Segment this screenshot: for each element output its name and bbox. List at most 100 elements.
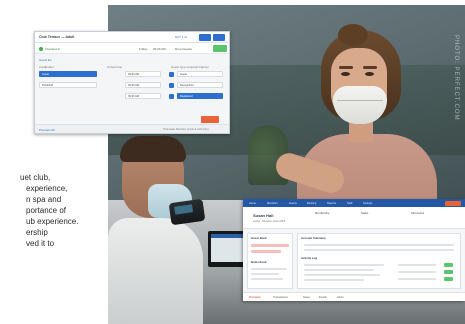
tab-notes[interactable]: Notes xyxy=(303,296,310,299)
checkin-window: Club Terrace — Adult DAY 1 CI Checked In… xyxy=(34,31,230,134)
alert-line xyxy=(251,250,281,253)
article-line: experience, xyxy=(26,184,68,193)
member-header: Susan Hall Active · Member since 2015 Me… xyxy=(243,207,465,229)
col-cardholder: Cardholder xyxy=(39,65,54,69)
alert-line xyxy=(251,244,289,247)
status-label: Checked In xyxy=(45,47,61,51)
article-line: uet club, xyxy=(20,173,51,182)
guest-type-cell[interactable]: Guest xyxy=(177,71,223,77)
meta-time: 09:30 AM xyxy=(153,47,166,51)
grid-row xyxy=(304,244,454,246)
arrival-cell[interactable]: 09:30 AM xyxy=(125,71,161,77)
guest-book-label: Guest Book xyxy=(251,236,267,240)
text-line xyxy=(251,278,283,280)
article-line: ub experience. xyxy=(26,217,79,226)
col-guest-type: Guest type (required before) xyxy=(171,65,209,69)
guest-type-cell[interactable]: Registered xyxy=(177,93,223,99)
footer-note: This week, Member, tennis & swimming xyxy=(163,128,209,131)
text-line xyxy=(304,264,384,266)
account-summary-label: Account Summary xyxy=(301,236,326,240)
article-line: ved it to xyxy=(26,239,55,248)
col-arrival: Arrival time xyxy=(107,65,123,69)
meta-day: Friday xyxy=(139,47,148,51)
text-line xyxy=(398,278,436,280)
left-eye xyxy=(341,72,350,76)
hair xyxy=(120,136,186,162)
nav-item[interactable]: Members xyxy=(267,202,278,205)
right-brow xyxy=(363,66,377,69)
article-line: n spa and xyxy=(26,195,62,204)
nav-item[interactable]: Home xyxy=(249,202,256,205)
desk-monitor xyxy=(208,231,248,267)
tab-transactions[interactable]: Transactions xyxy=(273,296,288,299)
activity-log-label: Activity Log xyxy=(301,256,318,260)
arrival-cell[interactable]: 09:30 AM xyxy=(125,93,161,99)
right-eye xyxy=(365,72,374,76)
adventures-label: Adventures xyxy=(411,212,425,215)
notes-book-label: Notes Book xyxy=(251,260,267,264)
face-mask-seam xyxy=(337,100,383,101)
checkbox[interactable] xyxy=(169,82,174,88)
text-line xyxy=(304,274,380,276)
guest-list-section: Guest list Cardholder Arrival time Guest… xyxy=(39,58,225,124)
article-line: ership xyxy=(26,228,48,237)
left-brow xyxy=(339,66,353,69)
checkbox[interactable] xyxy=(169,93,174,99)
desk-monitor-screen xyxy=(211,234,245,262)
main-panel: Account Summary Activity Log xyxy=(297,233,461,289)
desk-monitor-bar xyxy=(211,234,245,238)
hair-bun xyxy=(338,24,368,46)
nav-item[interactable]: Booking xyxy=(307,202,316,205)
status-pill xyxy=(444,263,453,267)
previous-link[interactable]: Previous 60 xyxy=(39,128,55,132)
tab-overview[interactable]: Overview xyxy=(249,296,261,299)
top-nav: Home Members Events Booking Reports Staf… xyxy=(243,199,465,207)
cardholder-cell[interactable]: Guest xyxy=(39,71,97,77)
status-row: Checked In Friday 09:30 AM Drop Guests xyxy=(35,43,229,54)
article-line: portance of xyxy=(26,206,67,215)
text-line xyxy=(304,269,374,271)
tab-alerts[interactable]: Alerts xyxy=(337,296,344,299)
grid-row xyxy=(304,249,454,251)
checkbox[interactable] xyxy=(169,71,174,77)
text-line xyxy=(251,268,287,270)
nav-item[interactable]: Reports xyxy=(327,202,336,205)
new-button[interactable] xyxy=(445,200,461,206)
photo-credit: PHOTO: PERFECT.COM xyxy=(453,35,459,121)
cardholder-cell[interactable]: Pickleball xyxy=(39,82,97,88)
day-link[interactable]: DAY 1 CI xyxy=(175,35,187,39)
card-terminal-screen xyxy=(174,204,194,215)
arrival-cell[interactable]: 09:30 AM xyxy=(125,82,161,88)
nav-item[interactable]: Events xyxy=(289,202,297,205)
tab-bar: Overview Transactions Notes Emails Alert… xyxy=(243,292,465,301)
text-line xyxy=(398,264,436,266)
window-footer: Previous 60 This week, Member, tennis & … xyxy=(35,124,229,133)
status-pill xyxy=(444,277,453,281)
membership-label: Membership xyxy=(315,212,330,215)
checked-in-icon xyxy=(39,46,43,51)
card-terminal xyxy=(168,198,206,226)
confirm-button[interactable] xyxy=(213,45,227,52)
member-subtitle: Active · Member since 2015 xyxy=(253,220,286,223)
meta-guests: Drop Guests xyxy=(175,47,192,51)
check-in-button[interactable] xyxy=(201,116,219,123)
window-title: Club Terrace — Adult xyxy=(39,35,75,39)
window-titlebar: Club Terrace — Adult DAY 1 CI xyxy=(35,32,229,43)
shirt xyxy=(108,218,203,324)
tab-emails[interactable]: Emails xyxy=(319,296,327,299)
edit-button[interactable] xyxy=(199,34,211,41)
section-label: Guest list xyxy=(39,58,52,62)
status-pill xyxy=(444,270,453,274)
status-label: Status xyxy=(361,212,369,215)
member-name: Susan Hall xyxy=(253,213,274,218)
text-line xyxy=(251,273,279,275)
article-text: uet club, experience, n spa and portance… xyxy=(0,172,108,249)
more-button[interactable] xyxy=(213,34,225,41)
text-line xyxy=(304,279,364,281)
text-line xyxy=(398,271,436,273)
member-window: Home Members Events Booking Reports Staf… xyxy=(243,199,465,301)
nav-item[interactable]: Settings xyxy=(363,202,372,205)
guest-type-cell[interactable]: Recognition xyxy=(177,82,223,88)
nav-item[interactable]: Staff xyxy=(347,202,352,205)
left-panel: Guest Book Notes Book xyxy=(247,233,293,289)
